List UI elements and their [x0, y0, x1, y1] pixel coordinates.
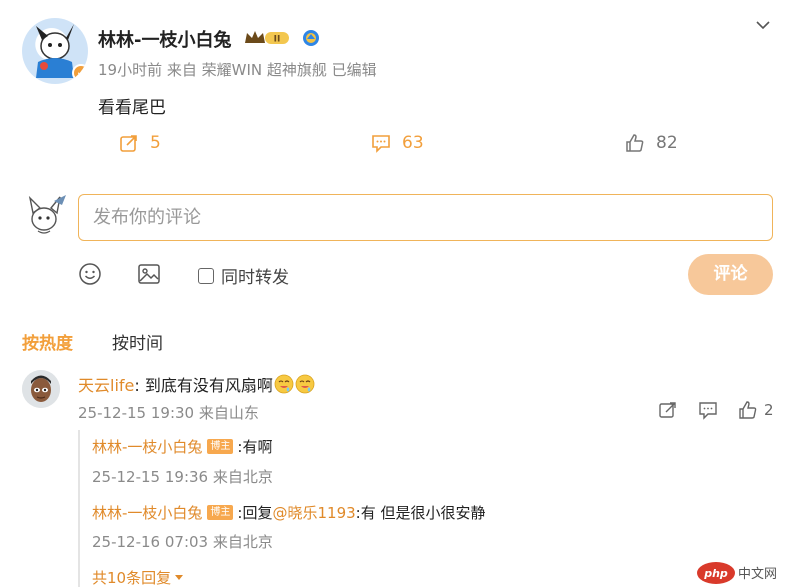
chevron-down-icon[interactable]: [754, 16, 772, 34]
like-count: 82: [656, 133, 678, 153]
comment-input[interactable]: 发布你的评论: [78, 194, 773, 241]
more-replies-link[interactable]: 共10条回复: [92, 567, 184, 587]
comment-repost-icon[interactable]: [658, 400, 678, 420]
drool-emoji-icon: [295, 374, 315, 394]
comment-icon: [372, 135, 390, 153]
comment-meta: 25-12-15 19:30 来自山东: [78, 404, 259, 422]
reply-meta: 25-12-16 07:03 来自北京: [92, 533, 273, 551]
repost-button[interactable]: 5: [118, 131, 161, 155]
reply-meta: 25-12-15 19:36 来自北京: [92, 468, 273, 486]
mention-link[interactable]: @晓乐1193: [272, 502, 355, 523]
also-repost-label: 同时转发: [221, 268, 289, 288]
reply-text: :有啊: [237, 438, 273, 456]
crown-member-icon: II: [245, 31, 289, 45]
repost-icon: [120, 135, 137, 152]
svg-text:中文网: 中文网: [738, 567, 777, 582]
vip-gold-icon: [303, 30, 319, 46]
blogger-tag: 博主: [207, 439, 234, 454]
verified-badge-icon: ✓: [72, 64, 88, 82]
comment-button[interactable]: 63: [370, 131, 424, 155]
commenter-name[interactable]: 天云life: [78, 372, 134, 396]
commenter-avatar-illustration: [22, 370, 60, 408]
crown-level-text: II: [274, 35, 281, 45]
thumbs-up-icon: [626, 134, 644, 152]
repost-count: 5: [150, 133, 161, 153]
tab-sort-time[interactable]: 按时间: [112, 329, 163, 354]
comment-like-count: 2: [764, 401, 774, 419]
comment-body: 天云life : 到底有没有风扇啊: [78, 372, 315, 396]
reply-thread: 林林-一枝小白兔 博主 :有啊 25-12-15 19:36 来自北京 林林-一…: [78, 430, 774, 587]
reply-text-suffix: :有 但是很小很安静: [355, 504, 486, 522]
reply-author-name[interactable]: 林林-一枝小白兔: [92, 436, 202, 457]
watermark-logo: php 中文网: [696, 561, 786, 585]
blogger-tag: 博主: [207, 505, 234, 520]
reply-item: 林林-一枝小白兔 博主 :有啊: [92, 436, 272, 457]
comment-text: : 到底有没有风扇啊: [134, 376, 273, 395]
current-user-avatar: [28, 195, 66, 234]
submit-comment-button[interactable]: 评论: [688, 254, 773, 295]
post-author-name[interactable]: 林林-一枝小白兔: [98, 26, 231, 52]
comment-count: 63: [402, 133, 424, 153]
reply-text-prefix: :回复: [237, 504, 273, 522]
emoji-icon[interactable]: [78, 262, 102, 286]
also-repost-checkbox[interactable]: [198, 267, 214, 284]
image-icon[interactable]: [137, 262, 161, 286]
author-avatar[interactable]: ✓: [22, 18, 88, 84]
comment-reply-icon[interactable]: [698, 400, 718, 420]
more-replies-label: 共10条回复: [92, 569, 172, 587]
caret-down-icon: [175, 574, 184, 580]
reply-author-name[interactable]: 林林-一枝小白兔: [92, 502, 202, 523]
commenter-avatar[interactable]: [22, 370, 60, 408]
like-button[interactable]: 82: [624, 131, 678, 155]
svg-text:php: php: [703, 567, 728, 580]
reply-item: 林林-一枝小白兔 博主 :回复 @晓乐1193 :有 但是很小很安静: [92, 502, 486, 523]
drool-emoji-icon: [274, 374, 294, 394]
comment-like-icon[interactable]: [738, 400, 758, 420]
post-meta: 19小时前 来自 荣耀WIN 超神旗舰 已编辑: [98, 61, 377, 79]
tab-sort-hot[interactable]: 按热度: [22, 329, 73, 354]
post-content: 看看尾巴: [98, 98, 166, 118]
also-repost-option[interactable]: 同时转发: [198, 263, 289, 288]
php-logo-icon: php 中文网: [697, 562, 777, 584]
